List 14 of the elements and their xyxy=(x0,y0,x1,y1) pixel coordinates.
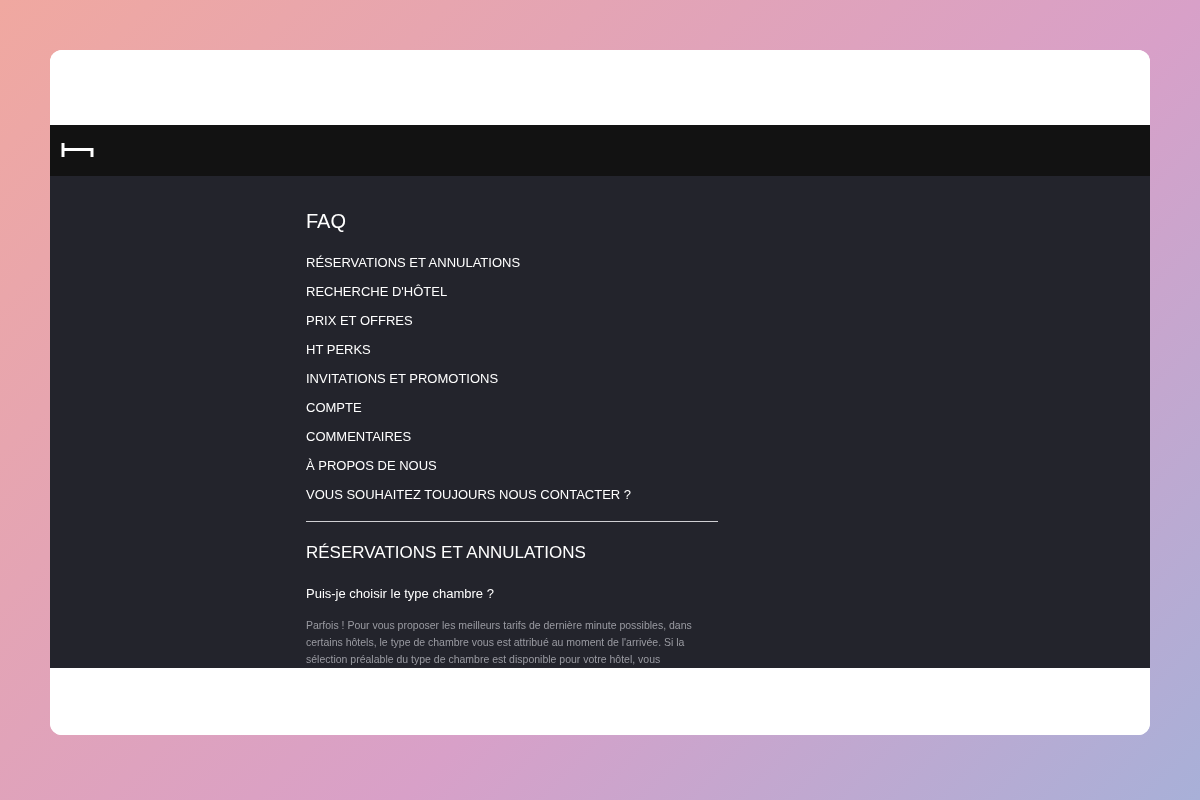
topic-link[interactable]: RECHERCHE D'HÔTEL xyxy=(306,283,448,302)
topic-link[interactable]: COMPTE xyxy=(306,399,362,418)
topic-link[interactable]: RÉSERVATIONS ET ANNULATIONS xyxy=(306,254,521,273)
faq-question: Puis-je choisir le type chambre ? xyxy=(306,584,495,603)
topic-link[interactable]: VOUS SOUHAITEZ TOUJOURS NOUS CONTACTER ? xyxy=(306,486,632,505)
faq-answer: Parfois ! Pour vous proposer les meilleurs tarifs de dernière minute possibles, dans certains hôtels, le type de chambre vous est attribué au moment de l'arrivée. Si la sélection préalable du type de chambre est disponible pour votre hôtel, vous xyxy=(306,618,693,668)
topic-link[interactable]: COMMENTAIRES xyxy=(306,428,412,447)
topic-link[interactable]: PRIX ET OFFRES xyxy=(306,312,413,331)
topic-link[interactable]: À PROPOS DE NOUS xyxy=(306,457,437,476)
topic-link[interactable]: INVITATIONS ET PROMOTIONS xyxy=(306,370,499,389)
bed-icon xyxy=(61,143,94,158)
topic-link[interactable]: HT PERKS xyxy=(306,341,371,360)
page-title: FAQ xyxy=(306,209,347,235)
section-heading: RÉSERVATIONS ET ANNULATIONS xyxy=(306,542,587,565)
